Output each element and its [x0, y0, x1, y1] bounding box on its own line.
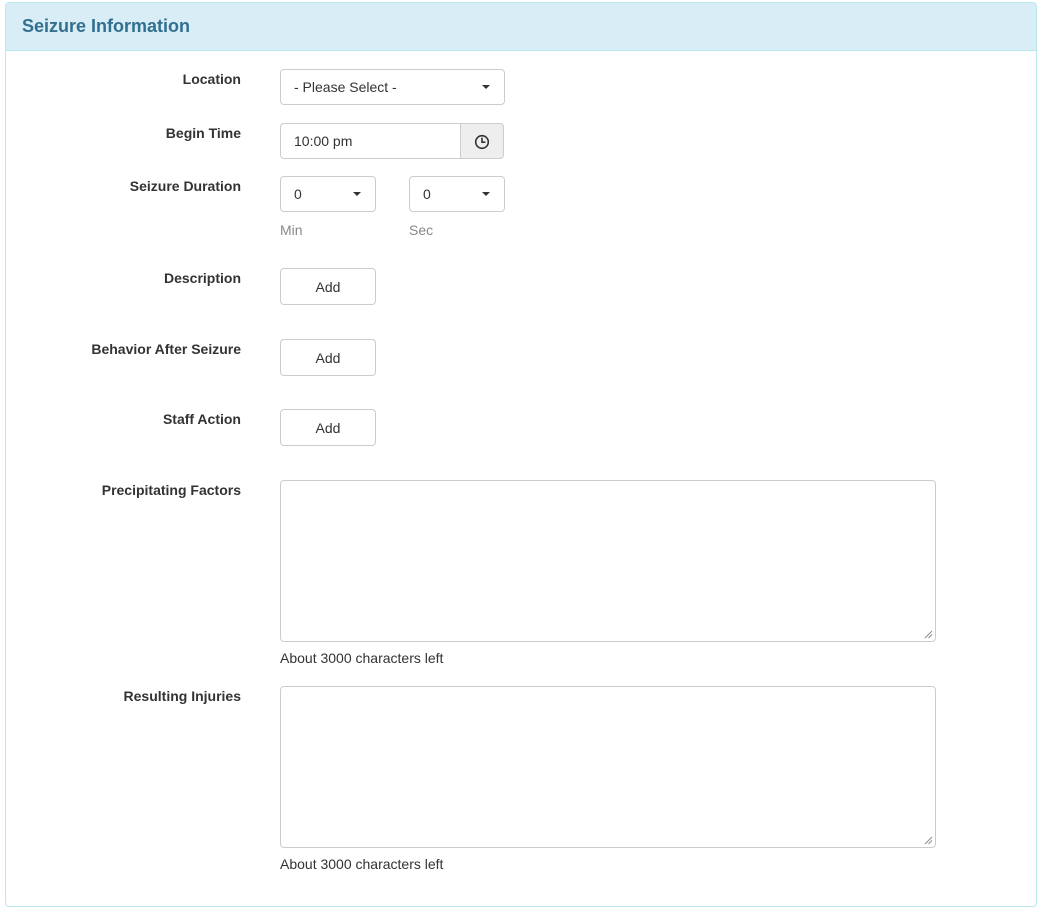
panel-title: Seizure Information — [22, 16, 191, 36]
precipitating-factors-label: Precipitating Factors — [101, 482, 241, 498]
begin-time-label: Begin Time — [165, 125, 241, 141]
staff-action-label: Staff Action — [162, 411, 241, 427]
resize-grip-icon[interactable] — [924, 836, 933, 845]
behavior-after-seizure-label: Behavior After Seizure — [91, 341, 241, 357]
duration-sec-select[interactable]: 0 — [409, 176, 505, 212]
seizure-information-panel: Seizure Information Location - Please Se… — [5, 2, 1037, 907]
description-add-button[interactable]: Add — [280, 268, 376, 305]
resulting-injuries-label: Resulting Injuries — [123, 688, 241, 704]
clock-icon — [474, 134, 490, 150]
precipitating-factors-char-count: About 3000 characters left — [280, 650, 444, 666]
duration-min-help: Min — [280, 222, 303, 238]
chevron-down-icon — [353, 192, 361, 196]
duration-min-select[interactable]: 0 — [280, 176, 376, 212]
duration-min-value: 0 — [294, 186, 302, 202]
resulting-injuries-char-count: About 3000 characters left — [280, 856, 444, 872]
description-label: Description — [163, 270, 241, 286]
begin-time-group: 10:00 pm — [280, 123, 504, 159]
begin-time-input[interactable]: 10:00 pm — [280, 123, 461, 159]
resulting-injuries-textarea[interactable] — [280, 686, 936, 848]
resize-grip-icon[interactable] — [924, 630, 933, 639]
begin-time-picker-button[interactable] — [460, 123, 504, 159]
begin-time-value: 10:00 pm — [294, 133, 353, 149]
precipitating-factors-textarea[interactable] — [280, 480, 936, 642]
duration-sec-value: 0 — [423, 186, 431, 202]
location-label: Location — [182, 71, 241, 87]
location-select[interactable]: - Please Select - — [280, 69, 505, 105]
chevron-down-icon — [482, 85, 490, 89]
location-select-value: - Please Select - — [294, 79, 397, 95]
behavior-after-seizure-add-button[interactable]: Add — [280, 339, 376, 376]
seizure-duration-label: Seizure Duration — [129, 178, 241, 194]
panel-heading: Seizure Information — [6, 3, 1036, 51]
chevron-down-icon — [482, 192, 490, 196]
duration-sec-help: Sec — [409, 222, 434, 238]
staff-action-add-button[interactable]: Add — [280, 409, 376, 446]
